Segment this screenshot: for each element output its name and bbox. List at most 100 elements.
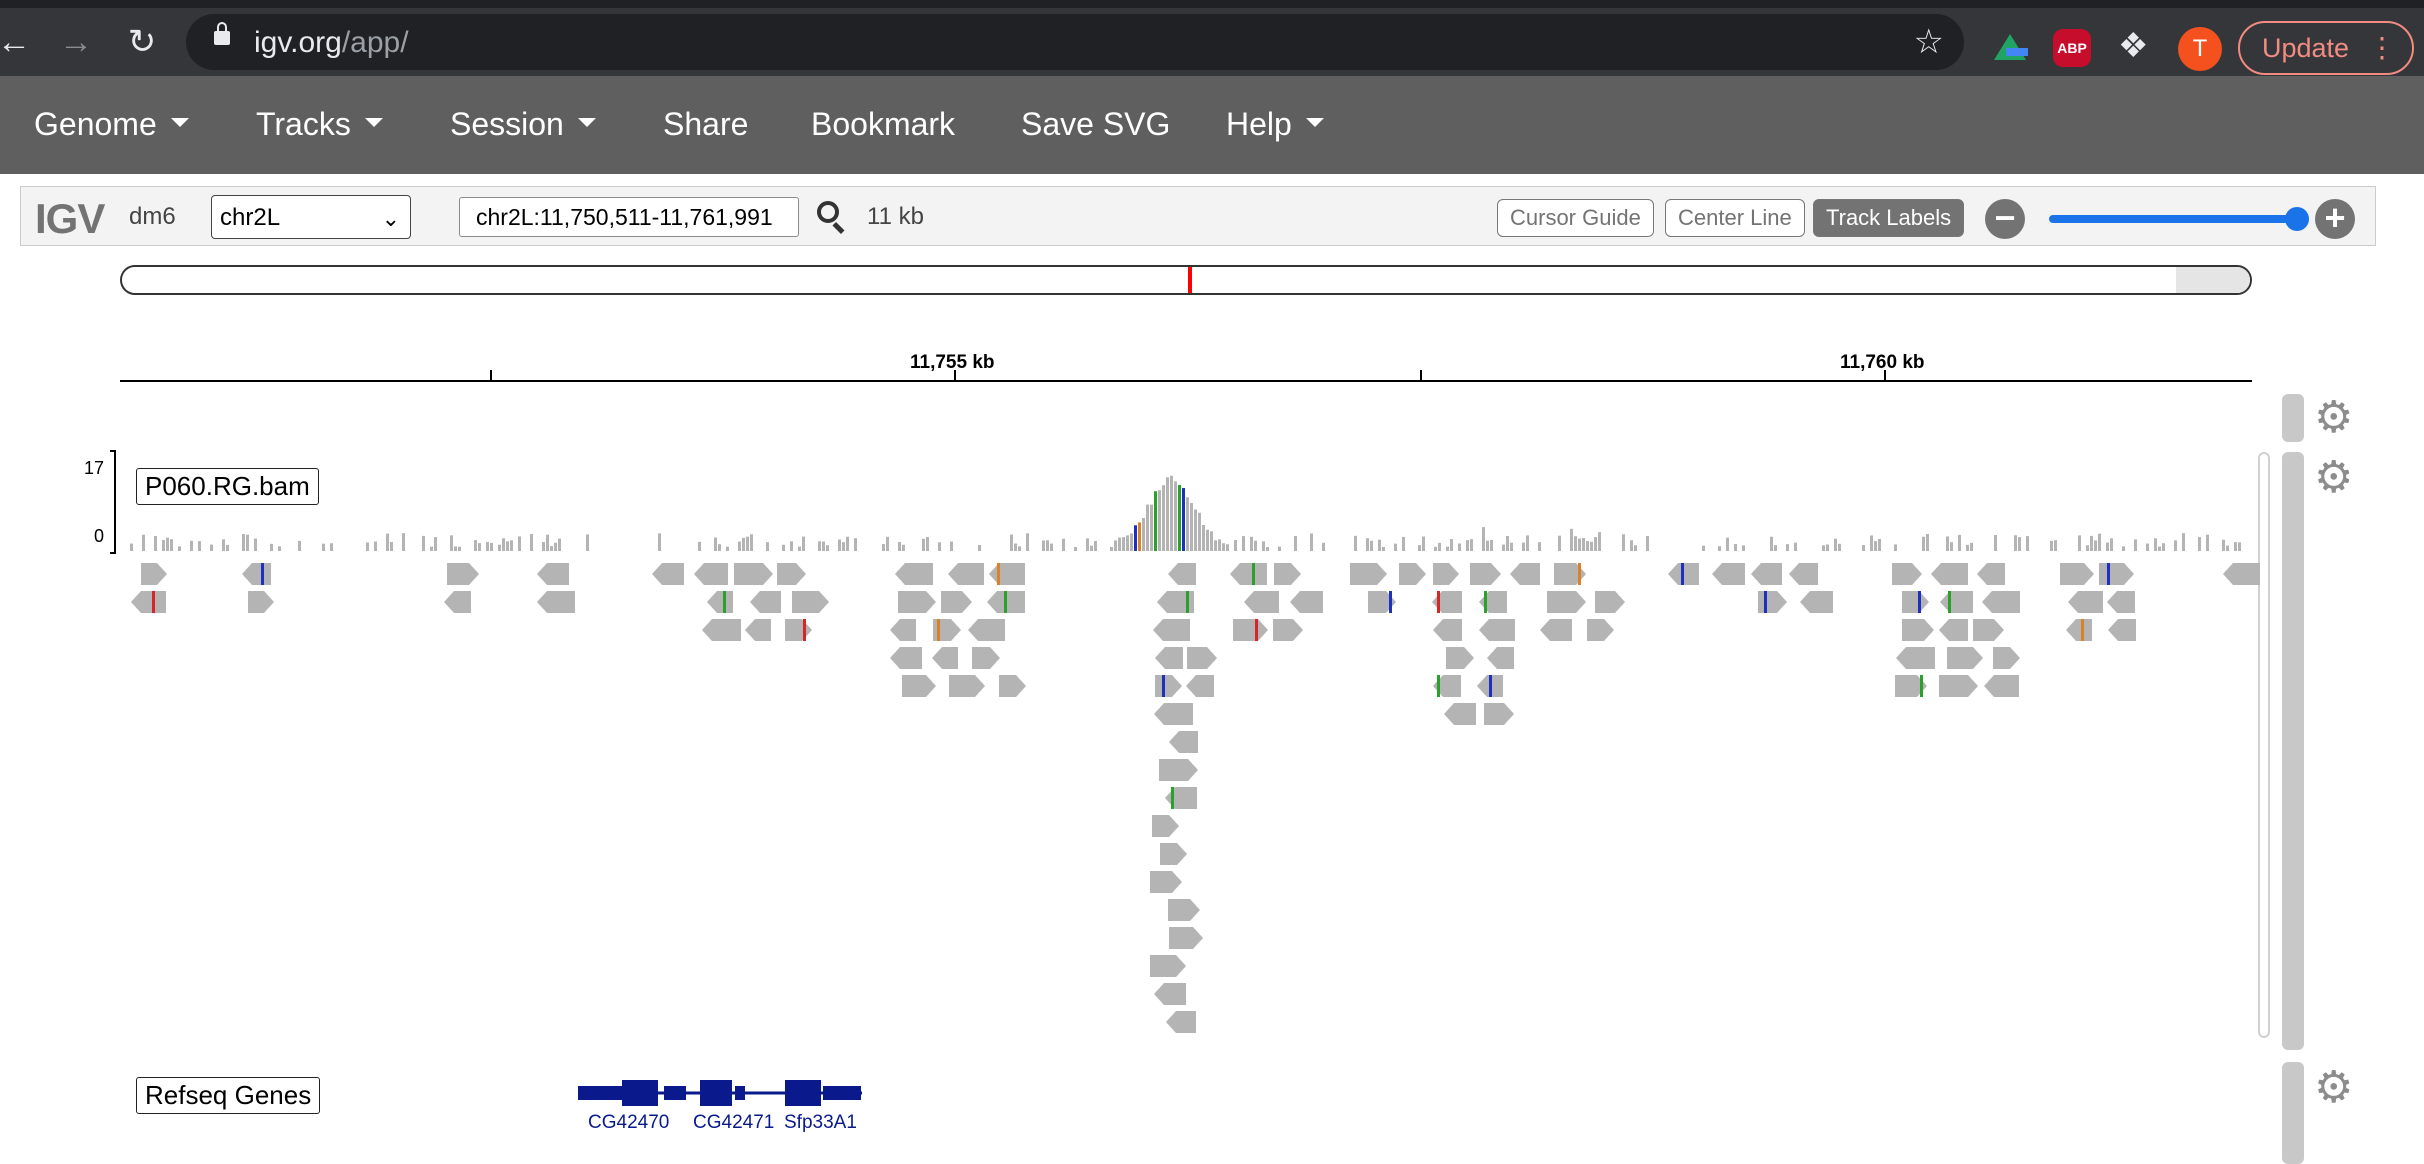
read-alignment [1973, 619, 2004, 641]
read-alignment [1982, 591, 2020, 613]
coverage-bar [1134, 525, 1137, 551]
read-alignment [702, 619, 741, 641]
read-mismatch [1252, 563, 1255, 585]
coverage-bar [1726, 537, 1729, 551]
coverage-bar [1094, 540, 1097, 551]
genes-track-label[interactable]: Refseq Genes [136, 1077, 321, 1114]
coverage-bar [554, 542, 557, 551]
coverage-bar [254, 538, 257, 551]
coverage-bar [270, 543, 273, 551]
read-alignment [537, 563, 569, 585]
coverage-bar [2234, 542, 2237, 551]
gene-label-sfp33a1[interactable]: Sfp33A1 [784, 1112, 857, 1134]
read-alignment [1433, 619, 1462, 641]
coverage-bar [898, 542, 901, 551]
coverage-bar [2090, 535, 2093, 551]
coverage-bar [1434, 546, 1437, 551]
coverage-bar [1190, 502, 1193, 551]
read-alignment [1587, 619, 1614, 641]
read-alignment [1947, 647, 1983, 669]
read-mismatch [1764, 591, 1767, 613]
coverage-bar [330, 543, 333, 551]
coverage-bar [1234, 540, 1237, 551]
coverage-bar [454, 546, 457, 551]
read-alignment [1155, 647, 1183, 669]
coverage-bar [1482, 527, 1485, 551]
coverage-bar [1734, 544, 1737, 551]
read-alignment [537, 591, 575, 613]
coverage-bar [1574, 536, 1577, 551]
coverage-bar [1162, 485, 1165, 551]
coverage-bar [2154, 538, 2157, 551]
coverage-bar [1010, 534, 1013, 551]
read-alignment [968, 619, 1005, 641]
read-alignment [1168, 563, 1196, 585]
coverage-bar [882, 544, 885, 551]
coverage-bar [2054, 540, 2057, 551]
gene-label-cg42471[interactable]: CG42471 [693, 1112, 774, 1134]
coverage-bar [390, 541, 393, 551]
read-alignment [2068, 591, 2103, 613]
coverage-bar [1822, 545, 1825, 551]
read-alignment [1510, 563, 1540, 585]
read-mismatch [1489, 675, 1492, 697]
coverage-bar [798, 546, 801, 551]
read-alignment [1165, 787, 1197, 809]
coverage-bar [1198, 512, 1201, 551]
coverage-bar [1502, 544, 1505, 551]
coverage-bar [1966, 544, 1969, 551]
coverage-bar [1294, 535, 1297, 551]
coverage-bar [1470, 539, 1473, 551]
coverage-bar [1130, 533, 1133, 551]
coverage-bar [530, 533, 533, 551]
read-alignment [1290, 591, 1323, 613]
read-alignment [1547, 591, 1586, 613]
coverage-bar [2078, 535, 2081, 551]
read-alignment [734, 563, 773, 585]
coverage-bar [558, 538, 561, 551]
coverage-bar [166, 537, 169, 551]
coverage-bar [130, 543, 133, 551]
coverage-bar [242, 534, 245, 551]
read-alignment [1446, 647, 1474, 669]
read-alignment [1159, 759, 1198, 781]
coverage-bar [178, 546, 181, 551]
coverage-bar [1922, 536, 1925, 551]
read-mismatch [1918, 591, 1921, 613]
coverage-bar [922, 538, 925, 551]
gene-exon [700, 1080, 732, 1106]
read-alignment [1187, 647, 1217, 669]
coverage-bar [1170, 475, 1173, 551]
coverage-bar [1266, 546, 1269, 551]
gene-label-cg42470[interactable]: CG42470 [588, 1112, 669, 1134]
read-mismatch [997, 563, 1000, 585]
read-alignment [1993, 647, 2020, 669]
coverage-bar [450, 535, 453, 551]
coverage-bar [938, 542, 941, 551]
coverage-bar [1774, 545, 1777, 551]
read-alignment [444, 591, 471, 613]
read-alignment [2223, 563, 2260, 585]
read-alignment [1896, 647, 1935, 669]
coverage-bar [1366, 538, 1369, 551]
coverage-bar [1646, 535, 1649, 551]
coverage-bar [902, 544, 905, 551]
read-alignment [948, 563, 984, 585]
alignment-reads [131, 563, 2260, 1033]
coverage-bar [2018, 537, 2021, 551]
coverage-bar [478, 543, 481, 551]
read-mismatch [1920, 675, 1923, 697]
coverage-bar [1458, 543, 1461, 551]
coverage-bar [1718, 546, 1721, 551]
read-alignment [1470, 563, 1501, 585]
read-alignment [1433, 563, 1459, 585]
read-mismatch [1948, 591, 1951, 613]
coverage-bar [2222, 539, 2225, 551]
coverage-bar [510, 540, 513, 551]
coverage-bar [926, 537, 929, 551]
coverage-bar [1114, 540, 1117, 551]
read-alignment [1789, 563, 1818, 585]
coverage-bar [1582, 538, 1585, 551]
coverage-bar [1214, 540, 1217, 551]
coverage-bar [1154, 491, 1157, 551]
